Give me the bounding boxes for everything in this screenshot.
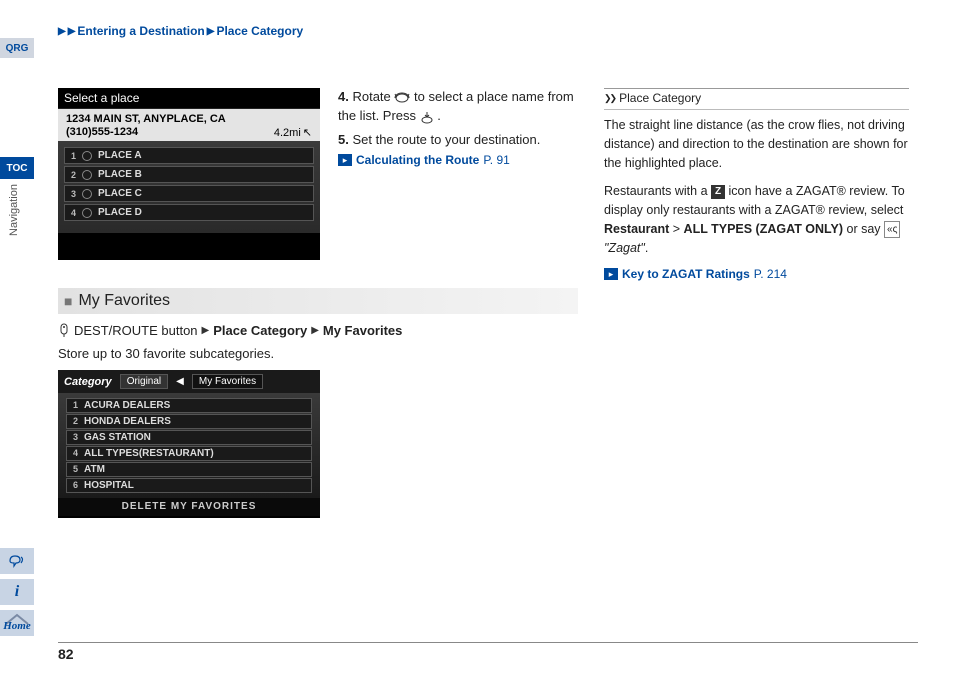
footer-rule: [58, 642, 918, 643]
section-header-my-favorites: ■ My Favorites: [58, 288, 578, 314]
chevron-right-icon: ▶: [58, 26, 66, 37]
chevron-right-icon: ▶: [311, 325, 319, 336]
tab-my-favorites: My Favorites: [192, 374, 263, 389]
list-item: 6HOSPITAL: [66, 478, 312, 493]
chevron-left-icon: ◀: [176, 376, 184, 387]
screenshot-category-favorites: Category Original ◀ My Favorites 1ACURA …: [58, 370, 320, 518]
info-icon[interactable]: i: [0, 579, 34, 605]
place-list: 1PLACE A 2PLACE B 3PLACE C 4PLACE D: [58, 141, 320, 233]
chevron-right-icon: ▶: [202, 325, 210, 336]
note-paragraph: The straight line distance (as the crow …: [604, 116, 909, 172]
favorites-list: 1ACURA DEALERS 2HONDA DEALERS 3GAS STATI…: [58, 393, 320, 498]
delete-favorites-button: DELETE MY FAVORITES: [58, 498, 320, 516]
rotary-dial-icon: [394, 88, 410, 106]
distance-value: 4.2mi: [274, 127, 301, 139]
list-item: 1ACURA DEALERS: [66, 398, 312, 413]
direction-arrow-icon: ↖: [303, 126, 312, 139]
remote-button-icon: [58, 322, 70, 339]
description-text: Store up to 30 favorite subcategories.: [58, 346, 274, 361]
side-note-column: ❯❯ Place Category The straight line dist…: [604, 88, 909, 281]
chevron-right-icon: ▶: [207, 26, 215, 37]
chevrons-icon: ❯❯: [604, 93, 615, 104]
list-item: 2HONDA DEALERS: [66, 414, 312, 429]
sidebar-tab-qrg[interactable]: QRG: [0, 38, 34, 58]
chevron-right-icon: ▶: [68, 26, 76, 37]
poi-icon: [82, 170, 92, 180]
poi-icon: [82, 208, 92, 218]
page-ref[interactable]: P. 214: [754, 267, 787, 281]
address-line: 1234 MAIN ST, ANYPLACE, CA: [66, 113, 226, 126]
note-paragraph: Restaurants with a Z icon have a ZAGAT® …: [604, 182, 909, 257]
nav-path: DEST/ROUTE button ▶ Place Category ▶ My …: [58, 322, 402, 339]
phone-line: (310)555-1234: [66, 126, 226, 139]
link-arrow-icon: ▸: [338, 154, 352, 166]
page-number: 82: [58, 646, 74, 662]
list-item: 4ALL TYPES(RESTAURANT): [66, 446, 312, 461]
list-item: 3PLACE C: [64, 185, 314, 202]
list-item: 1PLACE A: [64, 147, 314, 164]
press-button-icon: [420, 107, 434, 125]
sidebar-tab-toc[interactable]: TOC: [0, 157, 34, 179]
breadcrumb: ▶ ▶ Entering a Destination ▶ Place Categ…: [58, 24, 303, 38]
section-bullet-icon: ■: [64, 293, 72, 309]
screen-title: Select a place: [58, 88, 320, 109]
list-item: 2PLACE B: [64, 166, 314, 183]
breadcrumb-seg[interactable]: Entering a Destination: [77, 24, 204, 38]
link-arrow-icon: ▸: [604, 268, 618, 280]
side-note-title: ❯❯ Place Category: [604, 88, 909, 105]
sidebar-section-label: Navigation: [8, 184, 20, 236]
step-5: 5. Set the route to your destination. ▸ …: [338, 131, 588, 168]
poi-icon: [82, 189, 92, 199]
list-item: 3GAS STATION: [66, 430, 312, 445]
voice-command-icon: «ς: [884, 221, 900, 238]
screenshot-select-place: Select a place 1234 MAIN ST, ANYPLACE, C…: [58, 88, 320, 260]
cross-ref-link[interactable]: Calculating the Route: [356, 152, 479, 169]
poi-icon: [82, 151, 92, 161]
cross-ref-link[interactable]: Key to ZAGAT Ratings: [622, 267, 750, 281]
zagat-badge-icon: Z: [711, 185, 725, 199]
tab-original: Original: [120, 374, 168, 389]
divider: [604, 109, 909, 110]
sidebar: QRG TOC Navigation i Home: [0, 0, 40, 674]
list-item: 4PLACE D: [64, 204, 314, 221]
breadcrumb-seg[interactable]: Place Category: [216, 24, 303, 38]
list-item: 5ATM: [66, 462, 312, 477]
category-label: Category: [64, 376, 112, 388]
step-4: 4. Rotate to select a place name from th…: [338, 88, 588, 125]
home-icon[interactable]: Home: [0, 610, 34, 636]
instruction-steps: 4. Rotate to select a place name from th…: [338, 88, 588, 174]
address-bar: 1234 MAIN ST, ANYPLACE, CA (310)555-1234…: [58, 109, 320, 141]
voice-help-icon[interactable]: [0, 548, 34, 574]
page-ref[interactable]: P. 91: [483, 152, 509, 169]
